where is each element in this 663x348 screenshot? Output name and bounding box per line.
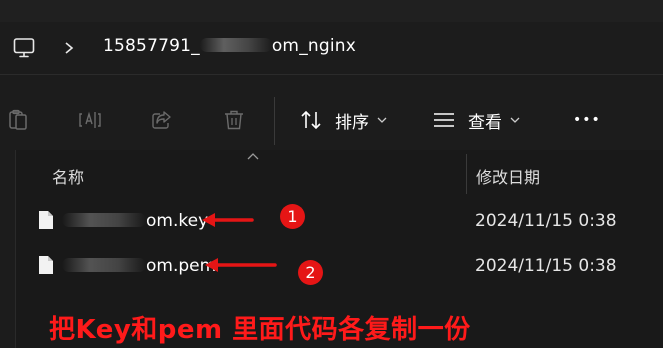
toolbar-separator <box>274 97 275 145</box>
column-header-date-modified[interactable]: 修改日期 <box>476 164 540 188</box>
chevron-down-icon <box>377 117 387 123</box>
column-header-name[interactable]: 名称 <box>52 164 84 188</box>
rename-icon[interactable] <box>78 108 102 132</box>
sort-button[interactable]: 排序 <box>299 108 387 133</box>
more-options-button[interactable]: ••• <box>573 108 601 132</box>
sort-ascending-icon <box>247 153 259 160</box>
window-top-strip <box>0 0 663 22</box>
annotation-caption: 把Key和pem 里面代码各复制一份 <box>49 315 471 345</box>
sort-label: 排序 <box>335 112 369 133</box>
navigation-pane-edge <box>0 150 16 348</box>
chevron-right-icon[interactable] <box>62 37 76 59</box>
chevron-down-icon <box>510 117 520 123</box>
file-icon <box>39 211 53 229</box>
breadcrumb-path[interactable]: 15857791_ om_nginx <box>103 36 356 56</box>
file-date-modified: 2024/11/15 0:38 <box>475 211 617 231</box>
annotation-arrow-left-icon <box>205 258 277 272</box>
redacted-blur <box>62 213 146 227</box>
annotation-number-badge: 1 <box>280 204 305 229</box>
share-icon[interactable] <box>150 108 174 132</box>
clipboard-icon[interactable] <box>6 108 30 132</box>
redacted-blur <box>199 38 272 52</box>
file-date-modified: 2024/11/15 0:38 <box>475 256 617 276</box>
command-bar: 排序 查看 ••• <box>0 74 663 150</box>
address-bar: 15857791_ om_nginx <box>0 22 663 74</box>
annotation-number-badge: 2 <box>298 260 323 285</box>
file-name: om.pem <box>62 256 216 276</box>
file-row[interactable]: om.pem 2024/11/15 0:38 <box>16 246 663 286</box>
path-prefix: 15857791_ <box>103 36 200 56</box>
file-icon <box>39 256 53 274</box>
sort-icon <box>301 110 321 130</box>
trash-icon[interactable] <box>222 108 246 132</box>
redacted-blur <box>62 258 146 272</box>
file-row[interactable]: om.key 2024/11/15 0:38 <box>16 201 663 241</box>
view-list-icon <box>434 113 454 127</box>
file-name: om.key <box>62 211 208 231</box>
view-label: 查看 <box>468 112 502 133</box>
path-suffix: om_nginx <box>271 36 357 56</box>
annotation-arrow-left-icon <box>202 213 254 227</box>
more-icon: ••• <box>573 112 601 128</box>
view-button[interactable]: 查看 <box>432 108 520 133</box>
computer-icon[interactable] <box>12 36 36 60</box>
column-divider[interactable] <box>466 154 467 194</box>
